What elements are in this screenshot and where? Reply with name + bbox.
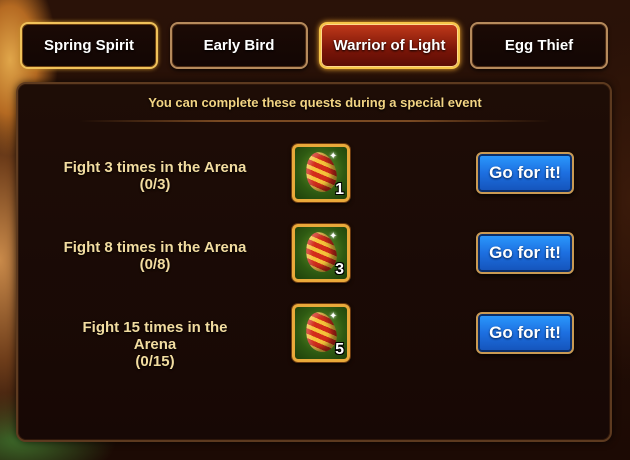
tab-warrior-of-light[interactable]: Warrior of Light (319, 22, 460, 69)
quest-progress: (0/15) (135, 353, 175, 370)
go-for-it-button[interactable]: Go for it! (476, 152, 574, 194)
sparkle-icon: ✦ (329, 151, 338, 162)
tab-early-bird[interactable]: Early Bird (170, 22, 308, 69)
quest-description: Fight 3 times in the Arena (0/3) (60, 159, 250, 193)
quest-row: Fight 15 times in the Arena (0/15) ✦ 5 G… (0, 302, 630, 370)
reward-slot[interactable]: ✦ 3 (292, 224, 350, 282)
quest-description: Fight 15 times in the Arena (0/15) (60, 319, 250, 370)
tab-spring-spirit[interactable]: Spring Spirit (20, 22, 158, 69)
quest-progress: (0/3) (139, 176, 171, 193)
go-for-it-button[interactable]: Go for it! (476, 232, 574, 274)
reward-slot[interactable]: ✦ 1 (292, 144, 350, 202)
divider (80, 120, 550, 122)
quest-row: Fight 8 times in the Arena (0/8) ✦ 3 Go … (0, 222, 630, 286)
quest-progress: (0/8) (139, 256, 171, 273)
sparkle-icon: ✦ (329, 231, 338, 242)
quest-title: Fight 8 times in the Arena (63, 239, 247, 256)
event-subtitle: You can complete these quests during a s… (148, 95, 482, 110)
quest-row: Fight 3 times in the Arena (0/3) ✦ 1 Go … (0, 142, 630, 206)
reward-slot[interactable]: ✦ 5 (292, 304, 350, 362)
reward-count: 1 (335, 181, 344, 198)
quest-title: Fight 15 times in the Arena (82, 319, 228, 353)
tab-egg-thief[interactable]: Egg Thief (470, 22, 608, 69)
sparkle-icon: ✦ (329, 311, 338, 322)
reward-count: 3 (335, 261, 344, 278)
go-for-it-button[interactable]: Go for it! (476, 312, 574, 354)
reward-count: 5 (335, 341, 344, 358)
quest-description: Fight 8 times in the Arena (0/8) (60, 239, 250, 273)
quest-title: Fight 3 times in the Arena (63, 159, 247, 176)
